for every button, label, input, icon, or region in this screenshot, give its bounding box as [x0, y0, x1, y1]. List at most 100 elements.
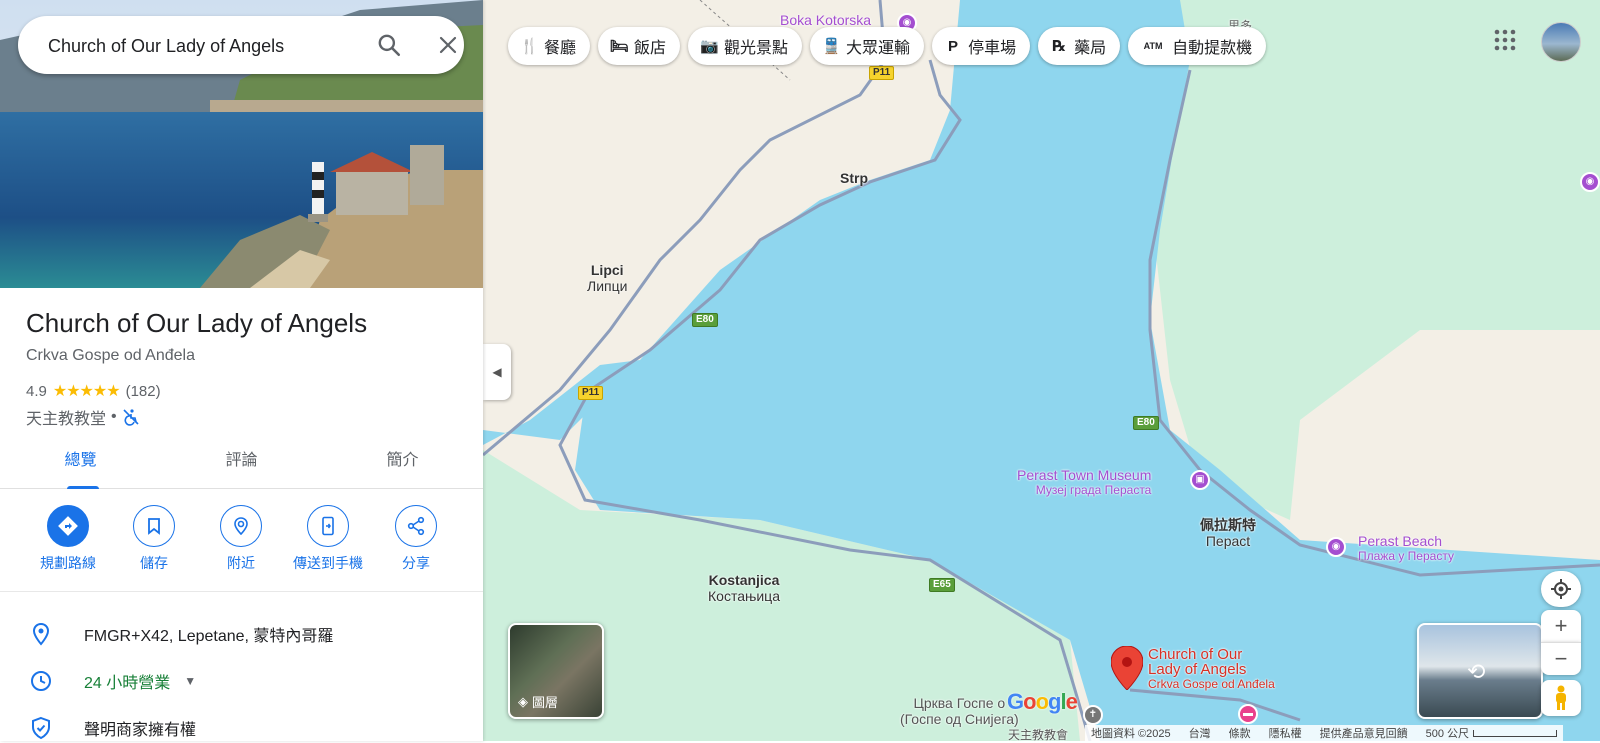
- chip-label: 大眾運輸: [846, 40, 911, 57]
- chip-pharmacy[interactable]: ℞ 藥局: [1038, 27, 1121, 65]
- place-details-panel: Church of Our Lady of Angels Crkva Gospe…: [0, 0, 483, 741]
- close-icon[interactable]: [436, 33, 460, 57]
- hours-text: 24 小時營業: [84, 675, 171, 692]
- location-pin-icon: [32, 622, 50, 646]
- pin-label-line2: Lady of Angels: [1148, 661, 1247, 678]
- category-chip-bar: 🍴 餐廳 🛏 飯店 📷 觀光景點 🚆 大眾運輸 P 停車場 ℞ 藥局 ATM 自動提款機: [508, 27, 1267, 65]
- place-label-lipci[interactable]: Lipci Липци: [587, 262, 627, 294]
- pharmacy-icon: ℞: [1052, 38, 1066, 55]
- selected-place-label[interactable]: Church of Our Lady of Angels Crkva Gospe…: [1148, 647, 1275, 692]
- google-logo: Google: [1007, 689, 1078, 714]
- selected-place-pin-icon[interactable]: [1111, 646, 1143, 690]
- rating-value: 4.9: [26, 382, 47, 400]
- pegman-button[interactable]: [1541, 680, 1581, 716]
- share-button[interactable]: 分享: [371, 505, 461, 573]
- place-label-kostanjica[interactable]: Kostanjica Костањица: [708, 572, 780, 604]
- bookmark-icon: [148, 518, 160, 535]
- send-to-phone-icon: [322, 516, 334, 536]
- zoom-out-button[interactable]: −: [1541, 642, 1581, 675]
- church-cyrillic-line2: (Госпе од Снијега): [900, 711, 1019, 727]
- beach-poi-icon[interactable]: ◉: [1326, 537, 1346, 557]
- claim-business-row[interactable]: 聲明商家擁有權: [0, 708, 483, 741]
- beach-name: Perast Beach: [1358, 533, 1443, 549]
- review-count[interactable]: (182): [126, 383, 161, 400]
- collapse-panel-button[interactable]: ◀: [483, 344, 511, 400]
- no-wheelchair-icon[interactable]: [122, 408, 140, 426]
- map-data-copyright[interactable]: 地圖資料 ©2025: [1091, 725, 1171, 741]
- tab-reviews[interactable]: 評論: [161, 433, 322, 488]
- rotate-360-icon: ⟲: [1467, 659, 1486, 684]
- place-label-perast-cyrillic: Перасt: [1205, 533, 1251, 549]
- place-tabs: 總覽 評論 簡介: [0, 433, 483, 489]
- place-subtitle: Crkva Gospe od Anđela: [26, 347, 195, 364]
- save-button[interactable]: 儲存: [109, 505, 199, 573]
- place-label-perast[interactable]: 佩拉斯特 Перасt: [1200, 517, 1256, 549]
- minus-icon: −: [1554, 646, 1568, 671]
- street-view-thumbnail[interactable]: ⟲: [1417, 623, 1543, 719]
- search-box[interactable]: [18, 16, 464, 74]
- feedback-link[interactable]: 提供產品意見回饋: [1320, 725, 1408, 741]
- category-separator: •: [111, 408, 117, 425]
- category-row: 天主教教堂 •: [26, 405, 140, 429]
- museum-name-cyrillic: Музеј града Пераста: [1035, 483, 1152, 497]
- layers-label: 圖層: [532, 695, 559, 710]
- rating-row[interactable]: 4.9 ★★★★★ (182): [26, 381, 161, 401]
- privacy-link[interactable]: 隱私權: [1269, 725, 1302, 741]
- place-hero-photo[interactable]: [0, 0, 483, 288]
- address-text: FMGR+X42, Lepetane, 蒙特內哥羅: [84, 628, 334, 645]
- layers-button[interactable]: ◈ 圖層: [508, 623, 604, 719]
- scale-indicator[interactable]: 500 公尺: [1425, 725, 1558, 741]
- zoom-in-button[interactable]: +: [1541, 610, 1581, 642]
- address-row[interactable]: FMGR+X42, Lepetane, 蒙特內哥羅: [0, 614, 483, 654]
- save-label: 儲存: [140, 555, 168, 571]
- chip-hotel[interactable]: 🛏 飯店: [598, 27, 681, 65]
- region-link[interactable]: 台灣: [1189, 725, 1211, 741]
- transit-icon: 🚆: [822, 38, 841, 55]
- chip-atm[interactable]: ATM 自動提款機: [1128, 27, 1267, 65]
- place-label-lipci-latin: Lipci: [590, 262, 624, 278]
- search-input[interactable]: [46, 30, 330, 62]
- hotel-poi-icon[interactable]: ▬: [1238, 704, 1258, 724]
- my-location-button[interactable]: [1541, 571, 1581, 607]
- share-icon: [407, 516, 425, 536]
- clock-icon: [31, 671, 51, 691]
- chip-label: 停車場: [968, 40, 1017, 57]
- directions-button[interactable]: 規劃路線: [23, 505, 113, 573]
- chip-camera[interactable]: 📷 觀光景點: [688, 27, 803, 65]
- map-attribution-bar: 地圖資料 ©2025 台灣 條款 隱私權 提供產品意見回饋 500 公尺: [1085, 725, 1564, 741]
- search-icon[interactable]: [376, 32, 402, 58]
- place-label-kostanjica-latin: Kostanjica: [708, 572, 780, 588]
- apps-grid-icon[interactable]: [1493, 28, 1517, 52]
- category-label[interactable]: 天主教教堂: [26, 405, 106, 429]
- hours-row[interactable]: 24 小時營業 ▼: [0, 661, 483, 701]
- pegman-icon: [1556, 685, 1566, 710]
- hotel-icon: 🛏: [610, 38, 630, 55]
- museum-name: Perast Town Museum: [1017, 467, 1152, 483]
- chevron-down-icon[interactable]: ▼: [184, 674, 196, 688]
- road-shield-e65: E65: [929, 578, 955, 592]
- camera-icon: 📷: [700, 38, 719, 55]
- nearby-button[interactable]: 附近: [196, 505, 286, 573]
- chip-restaurant[interactable]: 🍴 餐廳: [508, 27, 591, 65]
- poi-label-museum[interactable]: Perast Town Museum Музеј града Пераста: [1017, 468, 1151, 498]
- tab-about[interactable]: 簡介: [322, 433, 483, 488]
- pin-label-line1: Church of Our: [1148, 646, 1243, 663]
- place-label-church-cyrillic[interactable]: Црква Госпе о (Госпе од Снијега): [900, 695, 1019, 727]
- museum-poi-icon[interactable]: ▣: [1190, 470, 1210, 490]
- account-avatar[interactable]: [1541, 22, 1581, 62]
- scale-label: 500 公尺: [1425, 728, 1470, 740]
- chevron-left-icon: ◀: [492, 365, 502, 379]
- poi-label-beach[interactable]: Perast Beach Плажа у Перасту: [1358, 534, 1454, 564]
- send-to-phone-button[interactable]: 傳送到手機: [283, 505, 373, 573]
- church-poi-icon[interactable]: ✝: [1083, 705, 1103, 725]
- camera-poi-icon-right[interactable]: ◉: [1580, 172, 1600, 192]
- church-cyrillic-line1: Црква Госпе о: [913, 695, 1006, 711]
- tab-overview[interactable]: 總覽: [0, 433, 161, 489]
- road-shield-e80-2: E80: [1133, 416, 1159, 430]
- terms-link[interactable]: 條款: [1229, 725, 1251, 741]
- poi-label-boka[interactable]: Boka Kotorska: [780, 13, 871, 28]
- place-label-strp[interactable]: Strp: [840, 170, 868, 186]
- chip-transit[interactable]: 🚆 大眾運輸: [810, 27, 925, 65]
- chip-parking[interactable]: P 停車場: [932, 27, 1031, 65]
- chip-label: 飯店: [634, 40, 667, 57]
